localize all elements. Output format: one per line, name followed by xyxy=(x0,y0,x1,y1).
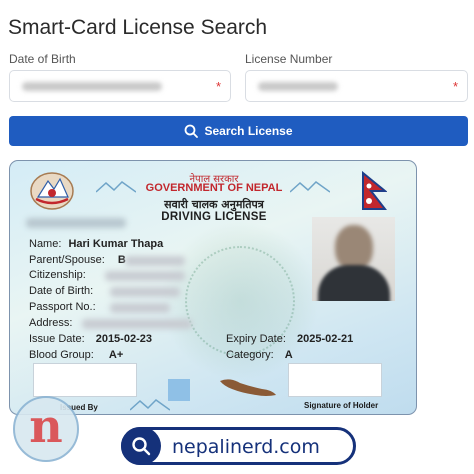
citizenship-redacted xyxy=(105,271,185,281)
address-row: Address: xyxy=(29,317,72,329)
category-row: Category: A xyxy=(226,349,293,361)
issue-label: Issue Date: xyxy=(29,333,85,345)
dob-row: Date of Birth: xyxy=(29,285,93,297)
site-logo: n xyxy=(13,396,79,462)
blood-label: Blood Group: xyxy=(29,349,94,361)
parent-value-redacted xyxy=(125,256,185,266)
holder-signature-box xyxy=(288,363,382,397)
dob-value-redacted xyxy=(22,82,162,91)
required-mark: * xyxy=(452,79,458,94)
passport-label: Passport No.: xyxy=(29,301,96,313)
card-dob-label: Date of Birth: xyxy=(29,285,94,297)
blood-row: Blood Group: A+ xyxy=(29,349,123,361)
site-url: nepalinerd.com xyxy=(172,436,320,458)
dob-redacted xyxy=(110,287,180,297)
blood-value: A+ xyxy=(108,349,124,361)
citizenship-label: Citizenship: xyxy=(29,269,86,281)
passport-redacted xyxy=(110,303,170,313)
search-icon xyxy=(185,124,199,138)
holder-photo xyxy=(312,217,395,301)
category-label: Category: xyxy=(226,349,274,361)
site-link-pill[interactable]: nepalinerd.com xyxy=(121,427,356,465)
category-value: A xyxy=(284,349,293,361)
issuer-signature-box xyxy=(33,363,137,397)
dob-label: Date of Birth xyxy=(9,52,76,66)
dob-field[interactable]: * xyxy=(9,70,231,102)
issue-row: Issue Date: 2015-02-23 xyxy=(29,333,152,345)
mountain-icon xyxy=(130,399,170,411)
license-card: नेपाल सरकार GOVERNMENT OF NEPAL सवारी चा… xyxy=(9,160,417,415)
address-redacted xyxy=(82,319,192,329)
expiry-row: Expiry Date: 2025-02-21 xyxy=(226,333,353,345)
license-label: License Number xyxy=(245,52,333,66)
required-mark: * xyxy=(215,79,221,94)
search-button-label: Search License xyxy=(204,124,293,138)
name-label: Name: xyxy=(29,238,62,250)
card-government: GOVERNMENT OF NEPAL xyxy=(145,182,283,194)
card-dept-nepali: सवारी चालक अनुमतिपत्र xyxy=(164,198,264,211)
nepal-map-icon xyxy=(220,379,276,396)
address-label: Address: xyxy=(29,317,73,329)
parent-row: Parent/Spouse: B xyxy=(29,254,126,266)
license-number-field[interactable]: * xyxy=(245,70,468,102)
name-value: Hari Kumar Thapa xyxy=(68,238,164,250)
issue-value: 2015-02-23 xyxy=(95,333,152,345)
name-row: Name: Hari Kumar Thapa xyxy=(29,238,163,250)
parent-label: Parent/Spouse: xyxy=(29,254,105,266)
citizenship-row: Citizenship: xyxy=(29,269,86,281)
license-value-redacted xyxy=(258,82,338,91)
search-icon xyxy=(121,427,161,465)
logo-letter: n xyxy=(29,399,63,453)
chip-square xyxy=(168,379,190,401)
passport-row: Passport No.: xyxy=(29,301,96,313)
search-license-button[interactable]: Search License xyxy=(9,116,468,146)
expiry-value: 2025-02-21 xyxy=(296,333,354,345)
license-id-redacted xyxy=(26,218,126,228)
expiry-label: Expiry Date: xyxy=(226,333,286,345)
page-title: Smart-Card License Search xyxy=(8,16,268,39)
signature-holder-caption: Signature of Holder xyxy=(304,401,379,410)
